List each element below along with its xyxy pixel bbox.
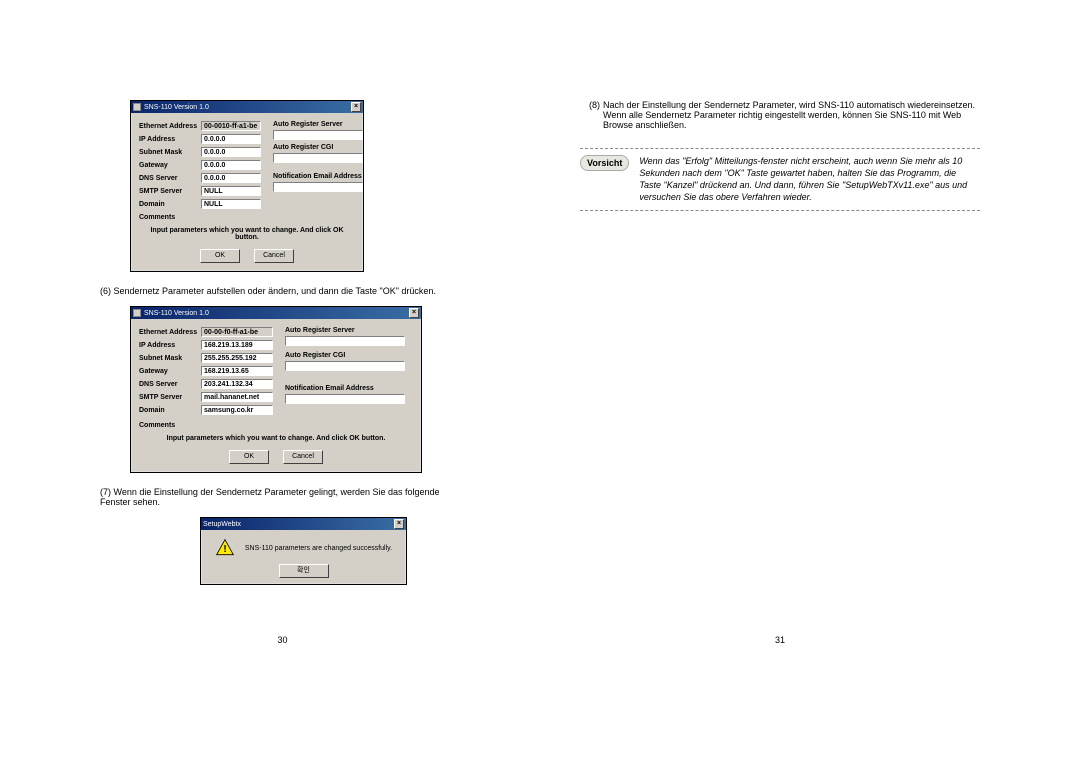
close-icon[interactable]: ×: [351, 102, 361, 112]
label-gateway: Gateway: [139, 162, 201, 169]
close-icon[interactable]: ×: [409, 308, 419, 318]
app-icon: [133, 309, 141, 317]
step-number: (7): [100, 487, 111, 497]
dialog-sns110-filled: SNS-110 Version 1.0 × Ethernet Address00…: [130, 306, 422, 473]
label-smtp: SMTP Server: [139, 394, 201, 401]
label-dns: DNS Server: [139, 381, 201, 388]
dialog-hint: Input parameters which you want to chang…: [139, 435, 413, 442]
dialog-title: SetupWebtx: [203, 521, 394, 528]
label-autoreg-cgi: Auto Register CGI: [273, 144, 363, 151]
label-comments: Comments: [139, 214, 201, 221]
dialog-titlebar: SetupWebtx ×: [201, 518, 406, 530]
input-ip[interactable]: 0.0.0.0: [201, 134, 261, 144]
label-notif-email: Notification Email Address: [273, 173, 363, 180]
dialog-success: SetupWebtx × ! SNS-110 parameters are ch…: [200, 517, 407, 585]
input-autoreg-cgi[interactable]: [273, 153, 363, 163]
step-7-caption: (7) Wenn die Einstellung der Sendernetz …: [100, 487, 465, 507]
label-ethernet: Ethernet Address: [139, 329, 201, 336]
input-smtp[interactable]: NULL: [201, 186, 261, 196]
label-autoreg-server: Auto Register Server: [285, 327, 405, 334]
value-ethernet: 00-00-f0-ff-a1-be: [201, 327, 273, 337]
input-autoreg-cgi[interactable]: [285, 361, 405, 371]
label-domain: Domain: [139, 201, 201, 208]
label-ip: IP Address: [139, 136, 201, 143]
label-subnet: Subnet Mask: [139, 149, 201, 156]
ok-button[interactable]: OK: [200, 249, 240, 263]
label-smtp: SMTP Server: [139, 188, 201, 195]
label-gateway: Gateway: [139, 368, 201, 375]
label-ip: IP Address: [139, 342, 201, 349]
step-8-caption: (8) Nach der Einstellung der Sendernetz …: [580, 100, 980, 130]
cancel-button[interactable]: Cancel: [254, 249, 294, 263]
label-ethernet: Ethernet Address: [139, 123, 201, 130]
label-subnet: Subnet Mask: [139, 355, 201, 362]
caution-box: Vorsicht Wenn das "Erfolg" Mitteilungs-f…: [580, 148, 980, 211]
label-comments: Comments: [139, 422, 201, 429]
label-autoreg-cgi: Auto Register CGI: [285, 352, 405, 359]
input-dns[interactable]: 203.241.132.34: [201, 379, 273, 389]
dialog-titlebar: SNS-110 Version 1.0 ×: [131, 101, 363, 113]
page-number-left: 30: [100, 635, 465, 645]
label-autoreg-server: Auto Register Server: [273, 121, 363, 128]
svg-text:!: !: [223, 544, 226, 555]
input-gateway[interactable]: 0.0.0.0: [201, 160, 261, 170]
step-6-caption: (6) Sendernetz Parameter aufstellen oder…: [100, 286, 465, 296]
dialog-title: SNS-110 Version 1.0: [144, 310, 409, 317]
input-notif-email[interactable]: [273, 182, 363, 192]
label-domain: Domain: [139, 407, 201, 414]
input-smtp[interactable]: mail.hananet.net: [201, 392, 273, 402]
input-subnet[interactable]: 0.0.0.0: [201, 147, 261, 157]
input-notif-email[interactable]: [285, 394, 405, 404]
step-number: (6): [100, 286, 111, 296]
dialog-sns110-initial: SNS-110 Version 1.0 × Ethernet Address00…: [130, 100, 364, 272]
input-autoreg-server[interactable]: [273, 130, 363, 140]
dialog-hint: Input parameters which you want to chang…: [139, 227, 355, 241]
input-gateway[interactable]: 168.219.13.65: [201, 366, 273, 376]
step-text: Nach der Einstellung der Sendernetz Para…: [603, 100, 980, 130]
caution-text: Wenn das "Erfolg" Mitteilungs-fenster ni…: [639, 155, 980, 204]
label-notif-email: Notification Email Address: [285, 385, 405, 392]
page-left: SNS-110 Version 1.0 × Ethernet Address00…: [0, 0, 540, 763]
input-subnet[interactable]: 255.255.255.192: [201, 353, 273, 363]
dialog-title: SNS-110 Version 1.0: [144, 104, 351, 111]
ok-button[interactable]: OK: [229, 450, 269, 464]
input-autoreg-server[interactable]: [285, 336, 405, 346]
ok-button[interactable]: 확인: [279, 564, 329, 578]
input-domain[interactable]: NULL: [201, 199, 261, 209]
input-dns[interactable]: 0.0.0.0: [201, 173, 261, 183]
caution-badge: Vorsicht: [580, 155, 629, 171]
page-number-right: 31: [580, 635, 980, 645]
input-domain[interactable]: samsung.co.kr: [201, 405, 273, 415]
app-icon: [133, 103, 141, 111]
step-text: Sendernetz Parameter aufstellen oder änd…: [114, 286, 436, 296]
close-icon[interactable]: ×: [394, 519, 404, 529]
input-ip[interactable]: 168.219.13.189: [201, 340, 273, 350]
step-text: Wenn die Einstellung der Sendernetz Para…: [100, 487, 440, 507]
page-right: (8) Nach der Einstellung der Sendernetz …: [540, 0, 1080, 763]
label-dns: DNS Server: [139, 175, 201, 182]
success-message: SNS-110 parameters are changed successfu…: [245, 545, 392, 552]
warning-icon: !: [215, 538, 235, 558]
step-number: (8): [580, 100, 603, 130]
cancel-button[interactable]: Cancel: [283, 450, 323, 464]
dialog-titlebar: SNS-110 Version 1.0 ×: [131, 307, 421, 319]
value-ethernet: 00-0010-ff-a1-be: [201, 121, 261, 131]
